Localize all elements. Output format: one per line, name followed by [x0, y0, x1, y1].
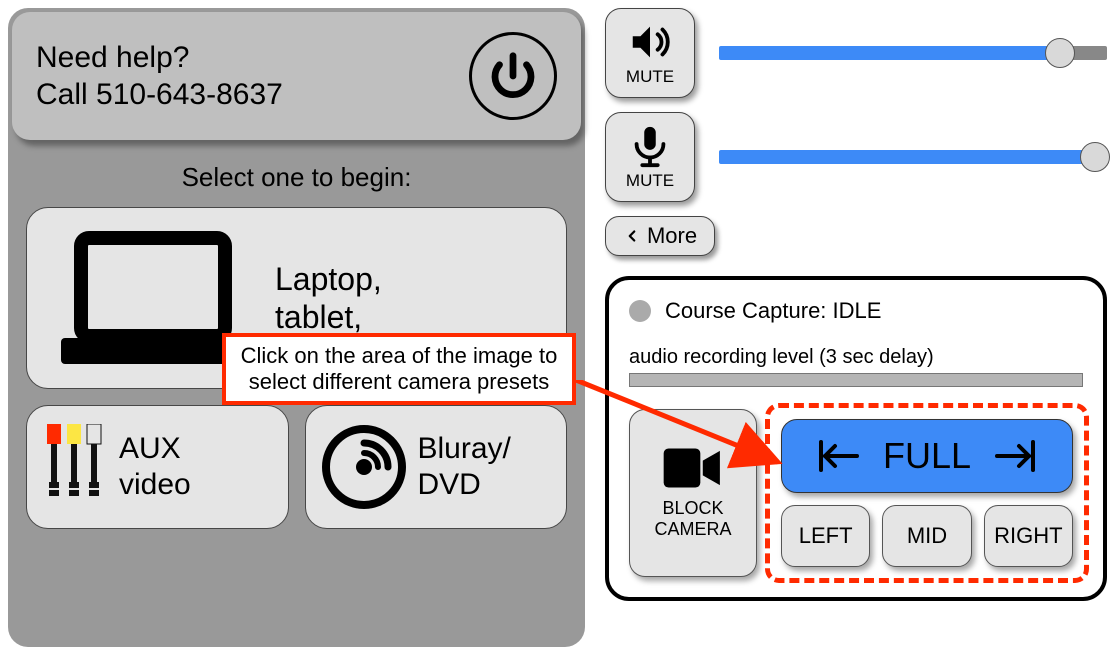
help-line1: Need help? — [36, 41, 189, 74]
arrow-left-bar-icon — [817, 440, 861, 472]
mic-slider[interactable] — [719, 142, 1107, 172]
preset-right-label: RIGHT — [994, 523, 1062, 549]
preset-left-button[interactable]: LEFT — [781, 505, 870, 567]
speaker-icon — [627, 19, 673, 65]
capture-status: Course Capture: IDLE — [629, 298, 1083, 324]
rec-level-bar — [629, 373, 1083, 387]
source-bluray-label: Bluray/ DVD — [418, 431, 511, 503]
right-side: MUTE MUTE More Course Capture: ID — [605, 8, 1107, 647]
source-aux-label: AUX video — [119, 431, 191, 503]
rec-level-label: audio recording level (3 sec delay) — [629, 346, 1083, 369]
preset-left-label: LEFT — [799, 523, 853, 549]
preset-positions: LEFT MID RIGHT — [781, 505, 1073, 567]
help-text: Need help? Call 510-643-8637 — [36, 39, 283, 114]
source-laptop-label: Laptop, tablet, — [275, 260, 382, 337]
status-dot-icon — [629, 300, 651, 322]
camera-controls: BLOCK CAMERA FULL LEFT MID RIGHT — [629, 409, 1083, 577]
block-camera-button[interactable]: BLOCK CAMERA — [629, 409, 757, 577]
speaker-slider[interactable] — [719, 38, 1107, 68]
preset-full-button[interactable]: FULL — [781, 419, 1073, 493]
help-line2: Call 510-643-8637 — [36, 78, 283, 111]
mic-row: MUTE — [605, 112, 1107, 202]
capture-panel: Course Capture: IDLE audio recording lev… — [605, 276, 1107, 601]
aux-icon — [43, 424, 107, 510]
mute-speaker-button[interactable]: MUTE — [605, 8, 695, 98]
preset-right-button[interactable]: RIGHT — [984, 505, 1073, 567]
mute-mic-label: MUTE — [626, 171, 674, 191]
power-icon — [486, 49, 540, 103]
select-label: Select one to begin: — [8, 162, 585, 193]
help-bar: Need help? Call 510-643-8637 — [12, 12, 581, 140]
camera-presets: FULL LEFT MID RIGHT — [771, 409, 1083, 577]
camera-icon — [663, 446, 723, 490]
capture-status-text: Course Capture: IDLE — [665, 298, 881, 324]
arrow-right-bar-icon — [993, 440, 1037, 472]
source-aux[interactable]: AUX video — [26, 405, 289, 529]
preset-full-label: FULL — [883, 435, 971, 477]
mic-thumb[interactable] — [1080, 142, 1110, 172]
source-bluray[interactable]: Bluray/ DVD — [305, 405, 568, 529]
power-button[interactable] — [469, 32, 557, 120]
block-camera-label: BLOCK CAMERA — [654, 498, 731, 540]
annotation-callout: Click on the area of the image to select… — [222, 333, 576, 405]
more-button[interactable]: More — [605, 216, 715, 256]
mic-icon — [627, 123, 673, 169]
mute-mic-button[interactable]: MUTE — [605, 112, 695, 202]
chevron-left-icon — [623, 227, 641, 245]
mic-track — [719, 150, 1107, 164]
sources-bottom: AUX video Bluray/ DVD — [26, 405, 567, 529]
preset-mid-button[interactable]: MID — [882, 505, 971, 567]
left-panel: Need help? Call 510-643-8637 Select one … — [8, 8, 585, 647]
disc-icon — [322, 425, 406, 509]
mute-speaker-label: MUTE — [626, 67, 674, 87]
speaker-row: MUTE — [605, 8, 1107, 98]
more-label: More — [647, 223, 697, 249]
speaker-thumb[interactable] — [1045, 38, 1075, 68]
preset-mid-label: MID — [907, 523, 947, 549]
